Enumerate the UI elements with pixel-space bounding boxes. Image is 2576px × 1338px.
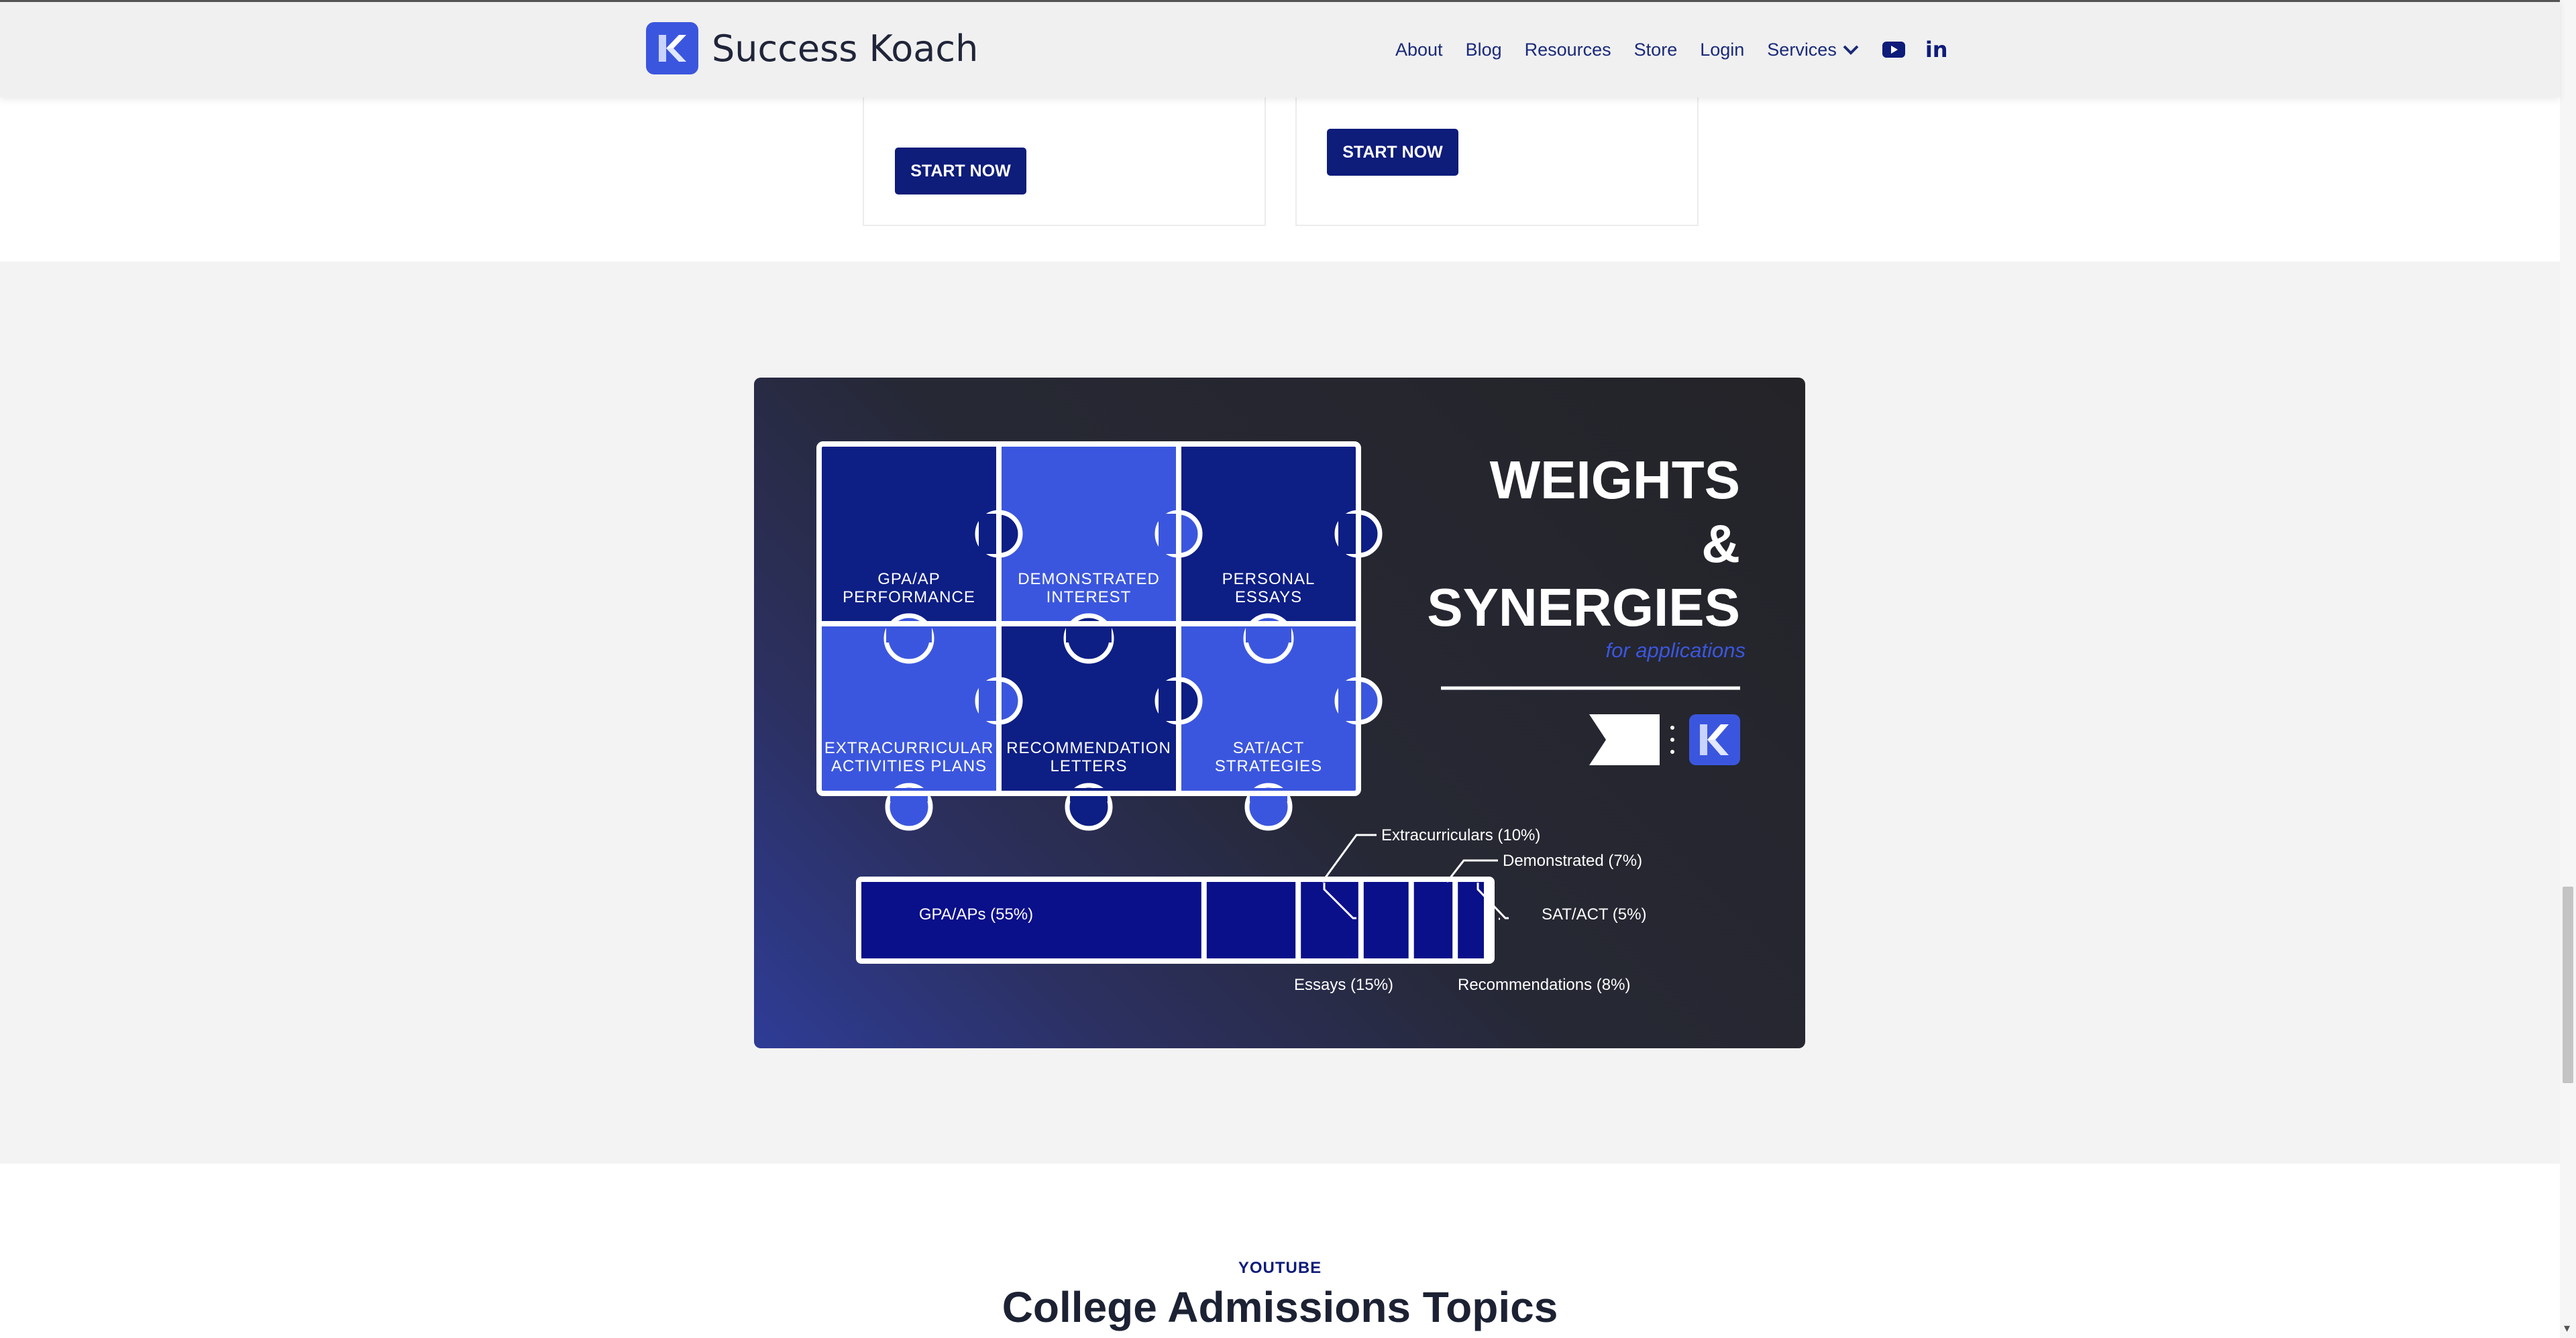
nav-about[interactable]: About — [1395, 40, 1443, 60]
piece-label: INTEREST — [1046, 588, 1132, 606]
piece-label: EXTRACURRICULAR — [824, 739, 994, 757]
bar-segment-demonstrated — [1413, 882, 1453, 958]
start-now-button[interactable]: START NOW — [1327, 129, 1458, 176]
piece-label: DEMONSTRATED — [1018, 570, 1160, 588]
brand-name: Success Koach — [712, 27, 979, 70]
infographic-title-line3: SYNERGIES — [1427, 577, 1740, 637]
linkedin-icon[interactable]: in — [1925, 37, 1948, 62]
nav-resources[interactable]: Resources — [1525, 40, 1611, 60]
nav-services-label: Services — [1767, 39, 1837, 60]
piece-label: LETTERS — [1050, 757, 1127, 775]
infographic-title-line2: & — [1701, 514, 1740, 573]
bar-label-demonstrated: Demonstrated (7%) — [1503, 852, 1642, 870]
piece-label: PERFORMANCE — [843, 588, 975, 606]
bar-label-gpa: GPA/APs (55%) — [919, 905, 1033, 924]
k-logo-icon — [646, 22, 698, 74]
nav-login[interactable]: Login — [1700, 40, 1744, 60]
dots-separator-icon — [1670, 726, 1674, 754]
nav-blog[interactable]: Blog — [1466, 40, 1502, 60]
piece-label: RECOMMENDATION — [1006, 739, 1171, 757]
bar-segment-essays — [1206, 882, 1296, 958]
top-navbar: Success Koach About Blog Resources Store… — [0, 0, 2560, 97]
youtube-icon[interactable] — [1882, 42, 1905, 58]
scroll-down-arrow-icon[interactable]: ▾ — [2564, 1321, 2570, 1335]
bar-segment-sat-act — [1458, 882, 1484, 958]
page-scrollbar[interactable] — [2560, 0, 2576, 1338]
piece-label: PERSONAL — [1222, 570, 1316, 588]
bar-label-recommendations: Recommendations (8%) — [1458, 976, 1630, 994]
brand-logo[interactable]: Success Koach — [646, 22, 978, 74]
flag-icon — [1589, 714, 1660, 765]
bar-label-extracurriculars: Extracurriculars (10%) — [1381, 826, 1540, 844]
piece-label: SAT/ACT — [1233, 739, 1305, 757]
main-nav: About Blog Resources Store Login Service… — [1395, 37, 1968, 62]
piece-label: ACTIVITIES PLANS — [831, 757, 987, 775]
section-eyebrow: YOUTUBE — [1238, 1259, 1322, 1277]
chevron-down-icon — [1843, 45, 1859, 55]
section-title: College Admissions Topics — [1002, 1283, 1558, 1331]
bar-label-satact: SAT/ACT (5%) — [1542, 905, 1646, 924]
piece-label: GPA/AP — [877, 570, 941, 588]
scrollbar-thumb[interactable] — [2563, 887, 2573, 1083]
nav-services-dropdown[interactable]: Services — [1767, 40, 1860, 60]
nav-store[interactable]: Store — [1634, 40, 1678, 60]
infographic-title-line1: WEIGHTS — [1490, 450, 1740, 510]
piece-label: ESSAYS — [1235, 588, 1302, 606]
k-logo-icon — [1689, 714, 1740, 765]
piece-label: STRATEGIES — [1215, 757, 1322, 775]
weights-synergies-infographic: GPA/AP PERFORMANCE DEMONSTRATED INTEREST… — [754, 378, 1805, 1048]
bar-label-essays: Essays (15%) — [1294, 976, 1393, 994]
start-now-button[interactable]: START NOW — [895, 148, 1026, 194]
infographic-subtitle: for applications — [1605, 638, 1746, 662]
bar-segment-recommendations — [1363, 882, 1409, 958]
